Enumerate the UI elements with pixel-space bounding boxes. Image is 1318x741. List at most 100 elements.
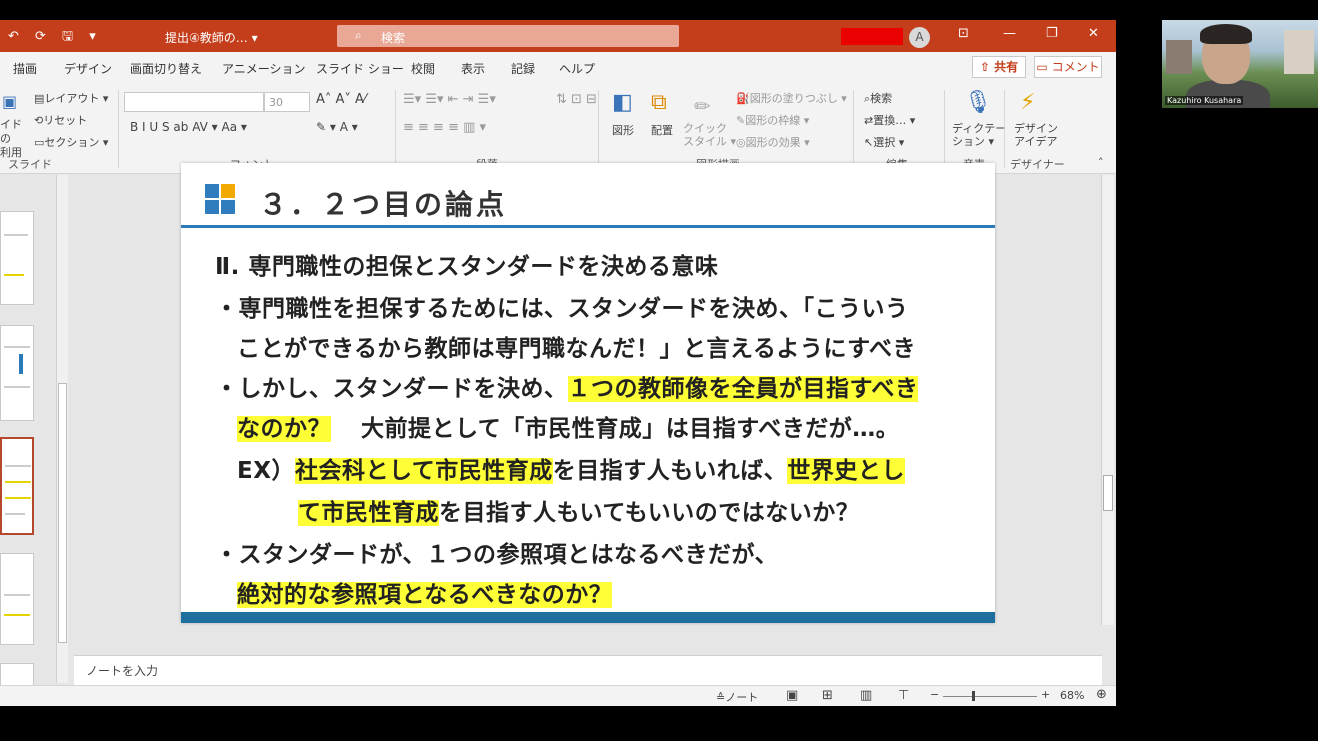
thumbnail-scrollbar[interactable] <box>56 175 68 683</box>
close-button[interactable]: ✕ <box>1088 26 1099 41</box>
dictate-button[interactable]: ディクテー ション ▾ <box>952 122 1006 148</box>
search-box[interactable]: ⌕ 検索 <box>337 25 679 47</box>
quick-style-icon[interactable]: ✏ <box>694 94 711 118</box>
arrange-icon[interactable]: ⧉ <box>651 90 667 115</box>
collapse-ribbon-icon[interactable]: ˄ <box>1098 156 1104 169</box>
slide-sorter-icon[interactable]: ⊞ <box>822 688 833 703</box>
font-color-buttons[interactable]: ✎ ▾ A ▾ <box>316 120 358 134</box>
slide-thumbnail[interactable] <box>0 325 34 421</box>
find-button[interactable]: ⌕検索 <box>864 90 892 106</box>
tab-draw[interactable]: 描画 <box>13 60 37 77</box>
effects-icon: ◎ <box>736 136 746 149</box>
replace-icon: ⇄ <box>864 114 874 127</box>
slide-thumbnail[interactable] <box>0 211 34 305</box>
shapes-button[interactable]: 図形 <box>612 122 634 138</box>
zoom-level[interactable]: 68% <box>1060 689 1084 702</box>
reset-icon: ⟲ <box>34 114 44 127</box>
tab-design[interactable]: デザイン <box>64 60 112 77</box>
title-rule <box>181 225 995 228</box>
design-ideas-button[interactable]: デザイン アイデア <box>1014 122 1058 148</box>
bullet-1-line-1: ・専門職性を担保するためには、スタンダードを決め、「こういう <box>215 296 909 322</box>
list-buttons[interactable]: ☰▾ ☰▾ ⇤ ⇥ ☰▾ <box>403 92 496 107</box>
tab-view[interactable]: 表示 <box>461 60 485 77</box>
arrange-button[interactable]: 配置 <box>651 122 673 138</box>
minimize-button[interactable]: — <box>1003 26 1016 41</box>
title-bar: ↶ ⟳ 🖫 ▾ 提出④教師の… ▾ ⌕ 検索 A ⊡ — ❐ ✕ <box>0 20 1116 52</box>
tab-transitions[interactable]: 画面切り替え <box>130 60 202 77</box>
highlight: １つの教師像を全員が目指すべき <box>567 376 919 402</box>
shape-fill-button[interactable]: ⛽図形の塗りつぶし ▾ <box>736 90 847 106</box>
paint-bucket-icon: ⛽ <box>736 92 750 105</box>
highlight: 絶対的な参照項となるべきなのか？ <box>237 582 613 608</box>
slide-canvas[interactable]: ３．２つ目の論点 Ⅱ. 専門職性の担保とスタンダードを決める意味 ・専門職性を担… <box>181 163 995 623</box>
tab-review[interactable]: 校閲 <box>411 60 435 77</box>
search-placeholder: 検索 <box>381 31 406 45</box>
shape-effects-button[interactable]: ◎図形の効果 ▾ <box>736 134 810 150</box>
account-avatar[interactable]: A <box>909 27 930 48</box>
font-grow-shrink-buttons[interactable]: A˄ A˅ A⁄ <box>316 92 366 107</box>
microphone-icon[interactable]: 🎙 <box>964 90 992 115</box>
ribbon: ▣ イドの 利用 ▤レイアウト ▾ ⟲リセット ▭セクション ▾ スライド 30… <box>0 82 1116 174</box>
font-size-combo[interactable]: 30 <box>264 92 310 112</box>
thumbnail-scrollbar-thumb[interactable] <box>58 383 67 643</box>
group-label-designer: デザイナー <box>1010 158 1065 171</box>
align-buttons[interactable]: ≡ ≡ ≡ ≡ ▥ ▾ <box>403 120 486 135</box>
slideshow-icon[interactable]: ⊤ <box>898 688 909 703</box>
replace-button[interactable]: ⇄置換… ▾ <box>864 112 915 128</box>
share-button[interactable]: ⇧ 共有 <box>972 56 1026 78</box>
layout-button[interactable]: ▤レイアウト ▾ <box>34 90 108 106</box>
ribbon-display-button[interactable]: ⊡ <box>958 26 969 41</box>
title-squares-icon <box>205 184 235 214</box>
section-button[interactable]: ▭セクション ▾ <box>34 134 108 150</box>
ribbon-tabs: 描画 デザイン 画面切り替え アニメーション スライド ショー 校閲 表示 記録… <box>0 52 1116 82</box>
webcam-video: Kazuhiro Kusahara <box>1162 20 1318 108</box>
zoom-slider-knob[interactable] <box>972 691 975 701</box>
reuse-slides-button[interactable]: イドの 利用 <box>0 118 30 160</box>
slide-heading: Ⅱ. 専門職性の担保とスタンダードを決める意味 <box>215 254 719 280</box>
tab-slideshow[interactable]: スライド ショー <box>316 60 404 77</box>
normal-view-icon[interactable]: ▣ <box>786 688 798 703</box>
reuse-slides-icon[interactable]: ▣ <box>2 92 17 111</box>
zoom-out-button[interactable]: − <box>930 688 939 701</box>
tab-animations[interactable]: アニメーション <box>222 60 306 77</box>
notes-pane[interactable]: ノートを入力 <box>74 655 1102 685</box>
zoom-in-button[interactable]: + <box>1041 688 1050 701</box>
example-line-1: EX）社会科として市民性育成を目指す人もいれば、世界史とし <box>237 458 905 484</box>
design-ideas-icon[interactable]: ⚡ <box>1020 90 1035 115</box>
slide-scrollbar[interactable] <box>1101 175 1114 625</box>
reading-view-icon[interactable]: ▥ <box>860 688 872 703</box>
tab-help[interactable]: ヘルプ <box>559 60 595 77</box>
quick-access-toolbar[interactable]: ↶ ⟳ 🖫 ▾ <box>8 27 102 49</box>
bullet-3-line-1: ・スタンダードが、１つの参照項とはなるべきだが、 <box>215 542 779 568</box>
text-direction-buttons[interactable]: ⇅ ⊡ ⊟ <box>556 92 597 107</box>
tab-record[interactable]: 記録 <box>511 60 535 77</box>
shape-outline-button[interactable]: ✎図形の枠線 ▾ <box>736 112 809 128</box>
zoom-slider[interactable] <box>943 696 1037 697</box>
font-name-combo[interactable] <box>124 92 264 112</box>
background-building <box>1166 40 1192 74</box>
fit-to-window-icon[interactable]: ⊕ <box>1096 687 1107 702</box>
font-format-buttons[interactable]: B I U S ab AV ▾ Aa ▾ <box>130 120 247 134</box>
select-button[interactable]: ↖選択 ▾ <box>864 134 904 150</box>
highlight: て市民性育成 <box>298 500 439 526</box>
quick-style-button[interactable]: クイック スタイル ▾ <box>683 122 736 148</box>
slide-title: ３．２つ目の論点 <box>259 188 508 221</box>
group-label-slides: スライド <box>8 158 52 171</box>
screen: ↶ ⟳ 🖫 ▾ 提出④教師の… ▾ ⌕ 検索 A ⊡ — ❐ ✕ 描画 デザイン… <box>0 0 1318 741</box>
slide-thumbnail-selected[interactable] <box>0 437 34 535</box>
slide-thumbnail[interactable] <box>0 553 34 645</box>
ribbon-separator <box>395 90 396 168</box>
example-line-2: て市民性育成を目指す人もいてもいいのではないか？ <box>298 500 860 526</box>
participant-name: Kazuhiro Kusahara <box>1165 96 1244 105</box>
search-icon: ⌕ <box>355 28 362 42</box>
reset-button[interactable]: ⟲リセット <box>34 112 87 128</box>
slide-scrollbar-thumb[interactable] <box>1103 475 1113 511</box>
ribbon-separator <box>118 90 119 168</box>
notes-toggle-button[interactable]: ≙ノート <box>716 689 758 705</box>
cursor-icon: ↖ <box>864 136 874 149</box>
status-bar: ≙ノート ▣ ⊞ ▥ ⊤ − + 68% ⊕ <box>0 685 1116 706</box>
comment-button[interactable]: ▭ コメント <box>1034 56 1102 78</box>
document-title[interactable]: 提出④教師の… ▾ <box>165 29 258 46</box>
shapes-icon[interactable]: ◧ <box>612 90 633 115</box>
restore-button[interactable]: ❐ <box>1046 26 1058 41</box>
